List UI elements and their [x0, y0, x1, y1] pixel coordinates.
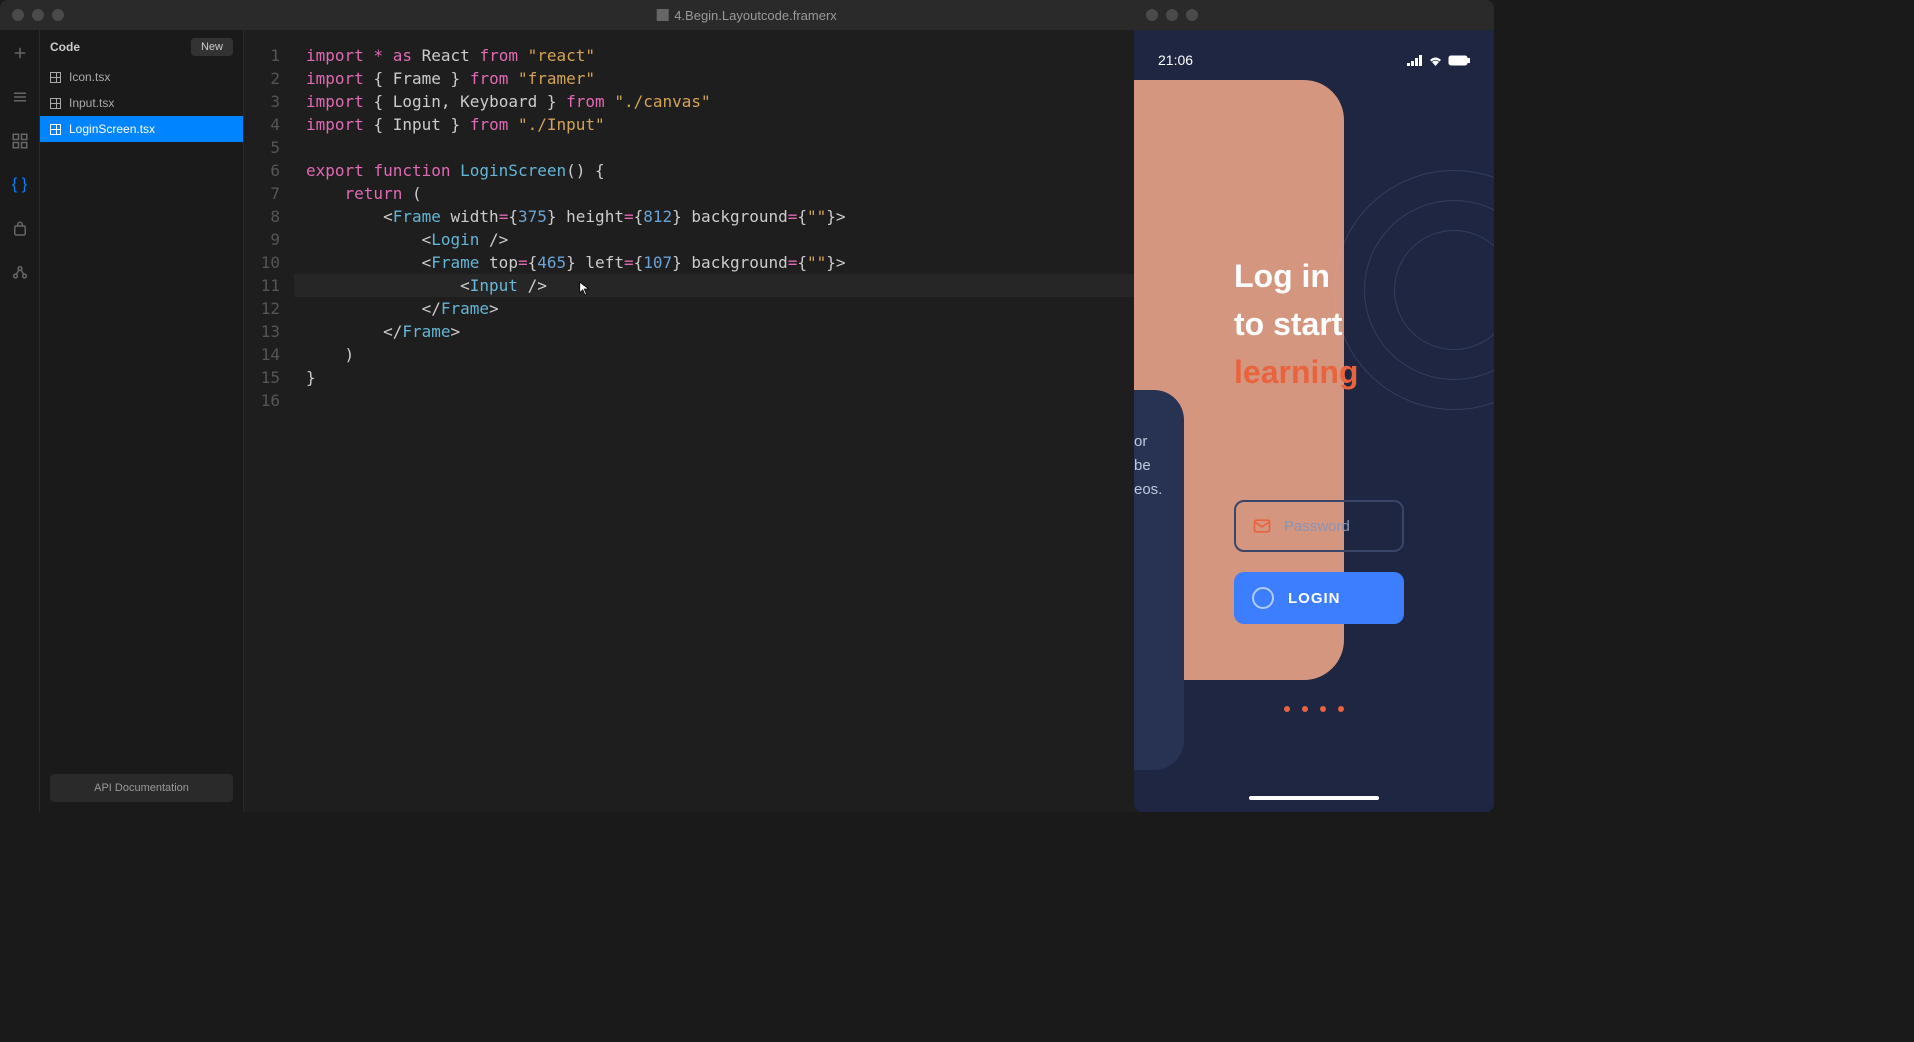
mail-icon: [1252, 516, 1272, 536]
file-name: Icon.tsx: [69, 70, 110, 84]
file-name: LoginScreen.tsx: [69, 122, 155, 136]
file-item-loginscreen[interactable]: LoginScreen.tsx: [40, 116, 243, 142]
api-docs-button[interactable]: API Documentation: [50, 774, 233, 802]
add-icon[interactable]: [11, 44, 29, 62]
password-placeholder: Password: [1284, 518, 1350, 535]
file-list: Icon.tsx Input.tsx LoginScreen.tsx: [40, 64, 243, 766]
grid-icon[interactable]: [11, 132, 29, 150]
preview-canvas: 21:06 Log in to start learning or be eos…: [1134, 30, 1494, 812]
preview-titlebar: [1134, 0, 1494, 30]
share-icon[interactable]: [11, 264, 29, 282]
code-icon[interactable]: { }: [11, 176, 29, 194]
close-window[interactable]: [12, 9, 24, 21]
home-indicator: [1249, 796, 1379, 800]
component-icon: [50, 98, 61, 109]
login-heading: Log in to start learning: [1234, 252, 1358, 396]
dot: [1284, 706, 1290, 712]
wifi-icon: [1428, 55, 1443, 66]
window-controls: [12, 9, 64, 21]
body-text: or be eos.: [1134, 430, 1162, 502]
window-title: 4.Begin.Layoutcode.framerx: [656, 8, 837, 23]
window-title-text: 4.Begin.Layoutcode.framerx: [674, 8, 837, 23]
file-name: Input.tsx: [69, 96, 114, 110]
page-indicator: [1284, 706, 1344, 712]
preview-window: 21:06 Log in to start learning or be eos…: [1134, 0, 1494, 812]
preview-window-controls: [1146, 9, 1198, 21]
new-button[interactable]: New: [191, 38, 233, 56]
password-input[interactable]: Password: [1234, 500, 1404, 552]
heading-line: to start: [1234, 300, 1358, 348]
document-icon: [656, 9, 668, 21]
heading-accent: learning: [1234, 348, 1358, 396]
minimize-window[interactable]: [1166, 9, 1178, 21]
dot: [1302, 706, 1308, 712]
maximize-window[interactable]: [1186, 9, 1198, 21]
file-item-icon[interactable]: Icon.tsx: [40, 64, 243, 90]
component-icon: [50, 124, 61, 135]
login-circle-icon: [1252, 587, 1274, 609]
line-numbers: 12345678910111213141516: [244, 44, 294, 812]
file-item-input[interactable]: Input.tsx: [40, 90, 243, 116]
sidebar-title: Code: [50, 40, 80, 54]
sidebar-footer: API Documentation: [40, 766, 243, 812]
heading-line: Log in: [1234, 252, 1358, 300]
login-button-label: LOGIN: [1288, 590, 1341, 607]
signal-icon: [1407, 55, 1423, 66]
tool-rail: { }: [0, 30, 40, 812]
close-window[interactable]: [1146, 9, 1158, 21]
battery-icon: [1448, 55, 1470, 66]
login-button[interactable]: LOGIN: [1234, 572, 1404, 624]
component-icon: [50, 72, 61, 83]
minimize-window[interactable]: [32, 9, 44, 21]
status-time: 21:06: [1158, 52, 1193, 68]
package-icon[interactable]: [11, 220, 29, 238]
list-icon[interactable]: [11, 88, 29, 106]
file-sidebar: Code New Icon.tsx Input.tsx LoginScreen.…: [40, 30, 244, 812]
dot: [1338, 706, 1344, 712]
mouse-cursor-icon: [579, 281, 591, 297]
status-icons: [1407, 52, 1470, 68]
dot: [1320, 706, 1326, 712]
maximize-window[interactable]: [52, 9, 64, 21]
sidebar-header: Code New: [40, 30, 243, 64]
device-status-bar: 21:06: [1134, 52, 1494, 68]
